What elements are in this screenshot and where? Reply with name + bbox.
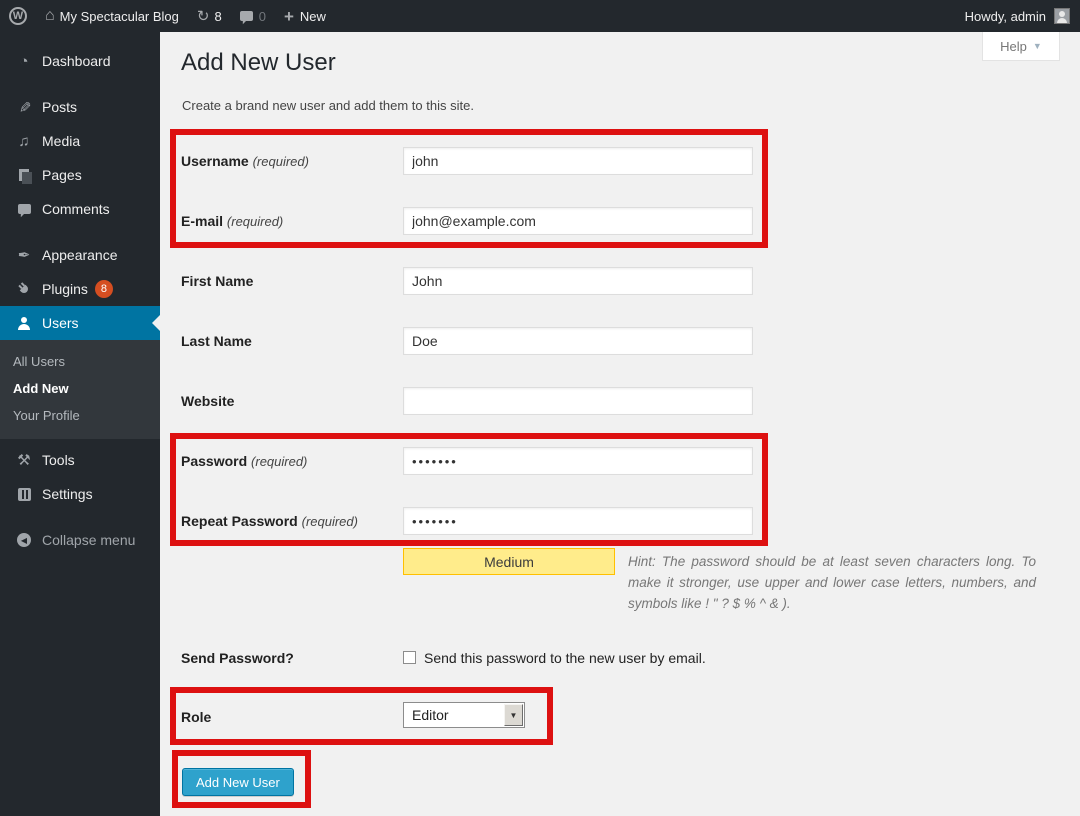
comment-bubble-icon (14, 204, 34, 214)
sidebar-item-posts[interactable]: ✎ Posts (0, 90, 160, 124)
admin-sidebar: ◔ Dashboard ✎ Posts ♫ Media Pages Commen… (0, 32, 160, 816)
role-label: Role (181, 709, 211, 725)
last-name-input[interactable] (403, 327, 753, 355)
main-content: Help ▼ Add New User Create a brand new u… (160, 32, 1080, 816)
updates-icon: ↻ (197, 7, 210, 25)
sidebar-item-users[interactable]: Users (0, 306, 160, 340)
website-input[interactable] (403, 387, 753, 415)
collapse-arrow-icon: ◀ (14, 533, 34, 547)
media-note-icon: ♫ (14, 133, 34, 150)
site-link[interactable]: ⌂ My Spectacular Blog (36, 0, 188, 32)
send-password-label: Send Password? (181, 650, 294, 666)
add-new-user-button[interactable]: Add New User (182, 768, 294, 796)
admin-bar: W ⌂ My Spectacular Blog ↻ 8 0 + New Howd… (0, 0, 1080, 32)
password-input[interactable] (403, 447, 753, 475)
sidebar-item-label: Settings (42, 486, 93, 502)
hint-spacer (403, 551, 628, 599)
page-subtitle: Create a brand new user and add them to … (182, 98, 474, 113)
sidebar-item-label: Pages (42, 167, 82, 183)
required-hint: (required) (253, 154, 309, 169)
howdy-account-text[interactable]: Howdy, admin (965, 9, 1046, 24)
website-label: Website (181, 393, 234, 409)
sidebar-item-plugins[interactable]: Plugins 8 (0, 272, 160, 306)
brush-icon: ✒ (14, 246, 34, 264)
page-title: Add New User (181, 49, 336, 77)
avatar[interactable] (1054, 8, 1070, 24)
sidebar-item-label: Posts (42, 99, 77, 115)
first-name-label: First Name (181, 273, 253, 289)
wordpress-menu[interactable]: W (0, 0, 36, 32)
wordpress-logo-icon: W (9, 7, 27, 25)
send-password-checkbox-label: Send this password to the new user by em… (424, 650, 706, 666)
dashboard-gauge-icon: ◔ (14, 53, 34, 70)
sidebar-item-collapse-menu[interactable]: ◀ Collapse menu (0, 523, 160, 557)
send-password-checkbox[interactable] (403, 651, 416, 664)
email-label: E-mail (required) (181, 213, 283, 229)
wrench-icon: ⚒ (14, 451, 34, 469)
sidebar-item-appearance[interactable]: ✒ Appearance (0, 238, 160, 272)
sidebar-item-dashboard[interactable]: ◔ Dashboard (0, 44, 160, 78)
dropdown-arrow-button[interactable]: ▼ (504, 704, 523, 726)
submenu-item-add-new[interactable]: Add New (0, 375, 160, 402)
sidebar-item-tools[interactable]: ⚒ Tools (0, 443, 160, 477)
comment-bubble-icon (240, 11, 253, 21)
home-icon: ⌂ (45, 7, 55, 25)
pushpin-icon: ✎ (14, 98, 34, 116)
sidebar-item-label: Appearance (42, 247, 118, 263)
updates-link[interactable]: ↻ 8 (188, 0, 231, 32)
user-icon (14, 317, 34, 330)
required-hint: (required) (227, 214, 283, 229)
pages-icon (14, 169, 34, 181)
repeat-password-input[interactable] (403, 507, 753, 535)
sidebar-item-label: Plugins (42, 281, 88, 297)
password-hint: Hint: The password should be at least se… (403, 551, 1036, 614)
email-input[interactable] (403, 207, 753, 235)
sidebar-item-settings[interactable]: Settings (0, 477, 160, 511)
active-item-arrow (144, 315, 160, 331)
sidebar-item-label: Users (42, 315, 79, 331)
role-select[interactable]: Editor ▼ (403, 702, 525, 728)
sidebar-item-pages[interactable]: Pages (0, 158, 160, 192)
sidebar-item-media[interactable]: ♫ Media (0, 124, 160, 158)
sidebar-item-label: Comments (42, 201, 110, 217)
required-hint: (required) (251, 454, 307, 469)
sidebar-item-label: Collapse menu (42, 532, 135, 548)
plus-icon: + (284, 8, 294, 25)
help-button-label: Help (1000, 39, 1027, 54)
comments-count: 0 (259, 9, 266, 24)
site-name: My Spectacular Blog (60, 9, 179, 24)
updates-count: 8 (214, 9, 221, 24)
users-submenu: All Users Add New Your Profile (0, 340, 160, 439)
sidebar-item-label: Dashboard (42, 53, 111, 69)
sidebar-item-label: Tools (42, 452, 75, 468)
required-hint: (required) (302, 514, 358, 529)
chevron-down-icon: ▼ (1033, 41, 1042, 51)
repeat-password-label: Repeat Password (required) (181, 513, 358, 529)
settings-sliders-icon (14, 488, 34, 501)
submenu-item-your-profile[interactable]: Your Profile (0, 402, 160, 429)
plug-icon (14, 282, 34, 296)
sidebar-item-comments[interactable]: Comments (0, 192, 160, 226)
submenu-item-all-users[interactable]: All Users (0, 348, 160, 375)
username-label: Username (required) (181, 153, 309, 169)
username-input[interactable] (403, 147, 753, 175)
password-label: Password (required) (181, 453, 307, 469)
help-button[interactable]: Help ▼ (982, 32, 1060, 61)
first-name-input[interactable] (403, 267, 753, 295)
comments-link[interactable]: 0 (231, 0, 275, 32)
last-name-label: Last Name (181, 333, 252, 349)
sidebar-item-label: Media (42, 133, 80, 149)
plugins-update-badge: 8 (95, 280, 113, 298)
new-content-menu[interactable]: + New (275, 0, 335, 32)
role-selected-value: Editor (412, 707, 449, 723)
new-label: New (300, 9, 326, 24)
